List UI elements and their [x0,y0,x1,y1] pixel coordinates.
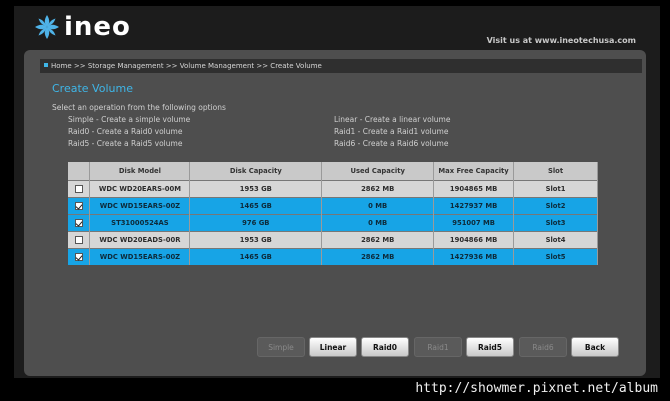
max-free-cell: 951007 MB [433,213,515,231]
option-raid6: Raid6 - Create a Raid6 volume [334,139,449,148]
disk-model-cell: ST31000524AS [89,213,191,231]
table-row[interactable]: WDC WD20EADS-00R 1953 GB 2862 MB 1904866… [68,230,598,248]
max-free-cell: 1904865 MB [433,179,515,197]
breadcrumb: Home >> Storage Management >> Volume Man… [40,59,642,73]
checkbox-cell [68,230,91,248]
app-window: ineo Visit us at www.ineotechusa.com Hom… [14,6,660,378]
checkbox-cell [68,196,91,214]
used-capacity-cell: 0 MB [321,196,435,214]
ineo-logo-icon [35,15,59,39]
column-header: Used Capacity [321,162,435,180]
disk-capacity-cell: 976 GB [189,213,323,231]
used-capacity-cell: 2862 MB [321,230,435,248]
table-row[interactable]: ST31000524AS 976 GB 0 MB 951007 MB Slot3 [68,213,598,231]
select-column-header [68,162,91,180]
logo-text: ineo [64,12,131,42]
disk-checkbox[interactable] [74,235,83,244]
disk-capacity-cell: 1465 GB [189,247,323,265]
disk-model-cell: WDC WD20EARS-00M [89,179,191,197]
disk-capacity-cell: 1953 GB [189,230,323,248]
column-header: Disk Capacity [189,162,323,180]
option-raid0: Raid0 - Create a Raid0 volume [68,127,183,136]
disk-table: Disk Model Disk Capacity Used Capacity M… [68,162,598,265]
watermark-url: http://showmer.pixnet.net/album [415,381,658,396]
max-free-cell: 1427936 MB [433,247,515,265]
bullet-icon [44,63,48,67]
slot-cell: Slot3 [513,213,598,231]
slot-cell: Slot1 [513,179,598,197]
used-capacity-cell: 2862 MB [321,179,435,197]
instruction-text: Select an operation from the following o… [52,103,226,112]
checkbox-cell [68,179,91,197]
slot-cell: Slot2 [513,196,598,214]
option-raid5: Raid5 - Create a Raid5 volume [68,139,183,148]
checkbox-cell [68,247,91,265]
slot-cell: Slot5 [513,247,598,265]
raid6-button[interactable]: Raid6 [519,337,567,357]
option-raid1: Raid1 - Create a Raid1 volume [334,127,449,136]
page-title: Create Volume [52,82,133,95]
table-header-row: Disk Model Disk Capacity Used Capacity M… [68,162,598,180]
raid5-button[interactable]: Raid5 [466,337,514,357]
used-capacity-cell: 0 MB [321,213,435,231]
max-free-cell: 1904866 MB [433,230,515,248]
disk-model-cell: WDC WD15EARS-00Z [89,247,191,265]
column-header: Slot [513,162,598,180]
max-free-cell: 1427937 MB [433,196,515,214]
column-header: Max Free Capacity [433,162,515,180]
disk-capacity-cell: 1953 GB [189,179,323,197]
linear-button[interactable]: Linear [309,337,357,357]
disk-checkbox[interactable] [74,184,83,193]
column-header: Disk Model [89,162,191,180]
breadcrumb-text: Home >> Storage Management >> Volume Man… [51,62,322,70]
slot-cell: Slot4 [513,230,598,248]
disk-model-cell: WDC WD20EADS-00R [89,230,191,248]
disk-model-cell: WDC WD15EARS-00Z [89,196,191,214]
option-linear: Linear - Create a linear volume [334,115,451,124]
disk-checkbox[interactable] [74,201,83,210]
raid1-button[interactable]: Raid1 [414,337,462,357]
visit-link[interactable]: Visit us at www.ineotechusa.com [487,36,636,45]
used-capacity-cell: 2862 MB [321,247,435,265]
header: ineo Visit us at www.ineotechusa.com [14,6,660,50]
logo: ineo [32,12,131,42]
simple-button[interactable]: Simple [257,337,305,357]
checkbox-cell [68,213,91,231]
disk-checkbox[interactable] [74,252,83,261]
option-simple: Simple - Create a simple volume [68,115,191,124]
disk-capacity-cell: 1465 GB [189,196,323,214]
table-row[interactable]: WDC WD15EARS-00Z 1465 GB 2862 MB 1427936… [68,247,598,265]
raid0-button[interactable]: Raid0 [361,337,409,357]
table-row[interactable]: WDC WD20EARS-00M 1953 GB 2862 MB 1904865… [68,179,598,197]
disk-checkbox[interactable] [74,218,83,227]
back-button[interactable]: Back [571,337,619,357]
table-row[interactable]: WDC WD15EARS-00Z 1465 GB 0 MB 1427937 MB… [68,196,598,214]
main-panel: Home >> Storage Management >> Volume Man… [24,50,646,376]
